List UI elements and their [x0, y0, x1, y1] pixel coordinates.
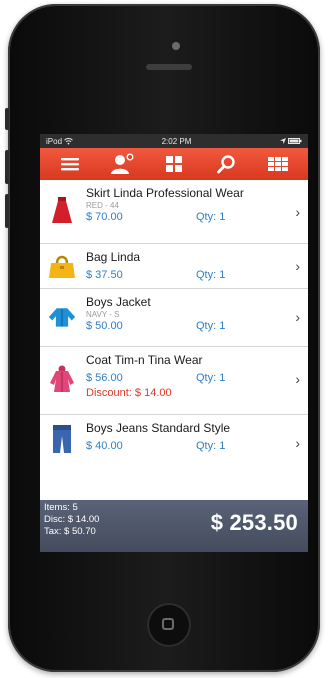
menu-button[interactable] — [56, 152, 84, 176]
search-icon — [217, 155, 235, 174]
item-variant: NAVY - S — [86, 310, 120, 319]
chevron-right-icon: › — [295, 309, 300, 325]
item-price-line: $ 56.00 Qty: 1 — [86, 372, 308, 384]
item-thumbnail — [48, 252, 76, 280]
status-carrier: iPod — [46, 137, 74, 146]
top-toolbar — [40, 148, 308, 180]
status-right — [279, 137, 302, 146]
item-price: $ 56.00 — [86, 372, 123, 384]
cart-item-row[interactable]: Boys Jeans Standard Style $ 40.00 Qty: 1… — [40, 415, 308, 468]
search-button[interactable] — [212, 152, 240, 176]
customer-add-icon — [111, 153, 134, 174]
volume-down-button — [5, 194, 9, 228]
location-arrow-icon — [279, 138, 286, 145]
chevron-right-icon: › — [295, 435, 300, 451]
home-square-icon — [162, 618, 174, 630]
cart-item-row[interactable]: Coat Tim-n Tina Wear $ 56.00 Qty: 1 Disc… — [40, 347, 308, 415]
coat-icon — [50, 365, 74, 392]
wifi-icon — [64, 137, 74, 145]
skirt-icon — [52, 197, 72, 223]
cart-item-row[interactable]: Skirt Linda Professional Wear RED - 44 $… — [40, 180, 308, 244]
item-thumbnail — [48, 196, 76, 224]
bag-icon — [49, 255, 75, 278]
item-thumbnail — [48, 303, 76, 331]
cart-item-row[interactable]: Boys Jacket NAVY - S $ 50.00 Qty: 1 › — [40, 289, 308, 347]
item-name: Boys Jacket — [86, 295, 151, 309]
volume-up-button — [5, 150, 9, 184]
item-price: $ 50.00 — [86, 320, 123, 332]
customer-button[interactable] — [108, 152, 136, 176]
item-price: $ 70.00 — [86, 211, 123, 223]
item-price: $ 40.00 — [86, 440, 123, 452]
item-name: Coat Tim-n Tina Wear — [86, 353, 203, 367]
item-discount: Discount: $ 14.00 — [86, 387, 172, 399]
item-price-line: $ 70.00 Qty: 1 — [86, 211, 308, 223]
keypad-button[interactable] — [264, 152, 292, 176]
jacket-icon — [48, 308, 76, 327]
item-name: Boys Jeans Standard Style — [86, 421, 231, 435]
chevron-right-icon: › — [295, 371, 300, 387]
mute-switch — [5, 108, 9, 130]
item-thumbnail — [48, 425, 76, 453]
items-count: Items: 5 — [44, 502, 78, 513]
item-price-line: $ 40.00 Qty: 1 — [86, 440, 308, 452]
home-button[interactable] — [147, 603, 191, 647]
earpiece-speaker — [146, 64, 192, 70]
item-name: Skirt Linda Professional Wear — [86, 186, 244, 200]
cart-totals-bar[interactable]: Items: 5 Disc: $ 14.00 Tax: $ 50.70 $ 25… — [40, 500, 308, 552]
item-qty: Qty: 1 — [196, 211, 226, 223]
item-qty: Qty: 1 — [196, 372, 226, 384]
discount-total: Disc: $ 14.00 — [44, 514, 100, 525]
item-variant: RED - 44 — [86, 201, 119, 210]
status-bar: iPod 2:02 PM — [40, 134, 308, 148]
app-screen: iPod 2:02 PM Skirt Linda Professional We… — [40, 134, 308, 552]
chevron-right-icon: › — [295, 204, 300, 220]
chevron-right-icon: › — [295, 258, 300, 274]
item-price-line: $ 50.00 Qty: 1 — [86, 320, 308, 332]
item-price: $ 37.50 — [86, 269, 123, 281]
status-time: 2:02 PM — [161, 136, 192, 146]
jeans-icon — [53, 425, 71, 453]
battery-icon — [288, 138, 302, 145]
item-name: Bag Linda — [86, 250, 141, 264]
cart-list: Skirt Linda Professional Wear RED - 44 $… — [40, 180, 308, 468]
cart-item-row[interactable]: Bag Linda $ 37.50 Qty: 1 › — [40, 244, 308, 289]
item-thumbnail — [48, 365, 76, 393]
item-qty: Qty: 1 — [196, 440, 226, 452]
grand-total: $ 253.50 — [210, 510, 298, 535]
menu-icon — [61, 158, 79, 171]
item-price-line: $ 37.50 Qty: 1 — [86, 269, 308, 281]
tax-total: Tax: $ 50.70 — [44, 526, 96, 537]
totals-summary: Items: 5 Disc: $ 14.00 Tax: $ 50.70 — [44, 502, 99, 538]
categories-button[interactable] — [160, 152, 188, 176]
front-camera — [172, 42, 180, 50]
keypad-grid-icon — [268, 157, 288, 171]
item-qty: Qty: 1 — [196, 320, 226, 332]
item-qty: Qty: 1 — [196, 269, 226, 281]
categories-grid-icon — [166, 156, 182, 172]
